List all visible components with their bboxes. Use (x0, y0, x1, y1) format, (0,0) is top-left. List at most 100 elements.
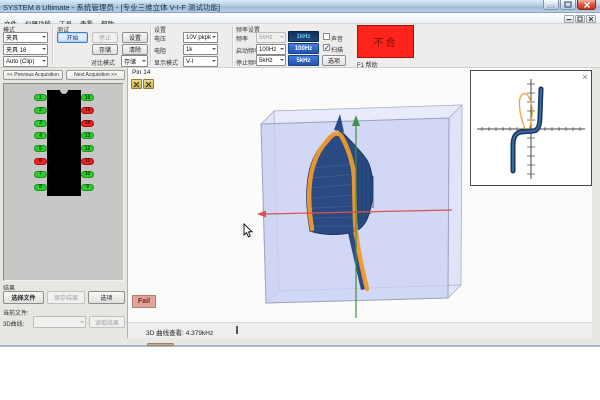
previous-acquisition-button[interactable]: << Previous Acquisition (3, 70, 63, 80)
save-results-label: 保存结果 (54, 293, 78, 302)
chevron-down-icon (80, 321, 84, 323)
start-button-label: 开始 (66, 33, 78, 42)
minimize-button[interactable] (543, 0, 559, 10)
chevron-down-icon (42, 48, 46, 50)
results-options-button[interactable]: 选项 (88, 291, 125, 304)
chip-notch (60, 90, 68, 94)
curve-viewer-bar: 3D 曲线查看: 4.379kHz (128, 322, 592, 338)
current-frequency-value: 1kHz (296, 34, 310, 40)
chip-pin-10[interactable]: 10 (81, 171, 94, 178)
sound-checkbox[interactable] (323, 33, 330, 40)
stop-frequency-select[interactable]: 5kHz (256, 55, 286, 66)
current-file-label: 当前文件: (3, 308, 29, 317)
resistance-select[interactable]: 1k (183, 44, 218, 55)
choose-file-button[interactable]: 选择文件 (3, 291, 44, 304)
app-window: SYSTEM 8 Ultimate - 系统管理员 - [专业三维立体 V-I-… (0, 0, 600, 347)
next-acquisition-button[interactable]: Next Acquisition >> (66, 70, 125, 80)
frequency-slider-thumb[interactable] (236, 326, 238, 334)
fixture-pins-select-value: 夹具 16 (6, 45, 26, 54)
toolbar-separator (232, 26, 233, 65)
frequency-select: 5kHz (256, 32, 286, 43)
vi-curve-plot (471, 71, 591, 185)
toolbar: 模式 夹具 夹具 16 Auto (Clip) 测试 开始 停止 设置 存储 清… (0, 24, 600, 68)
chip-pin-map[interactable]: 12345678 161514131211109 (3, 83, 124, 281)
chip-pin-13[interactable]: 13 (81, 132, 94, 139)
chip-pin-9[interactable]: 9 (81, 184, 94, 191)
stop-button: 停止 (92, 32, 118, 43)
sweep-checkbox-label: 扫描 (331, 45, 343, 54)
display-mode-select-value: V-I (186, 59, 193, 65)
clear-button-label: 清除 (129, 45, 141, 54)
choose-file-label: 选择文件 (11, 293, 35, 302)
chip-pin-1[interactable]: 1 (34, 94, 47, 101)
inset-grip-icon (583, 75, 587, 79)
inset-orange-curve (519, 94, 532, 131)
chip-pins-right[interactable]: 16 15 14 13 12 11 10 9 (81, 94, 94, 191)
mdi-minimize-button[interactable] (564, 15, 574, 23)
close-button[interactable] (577, 0, 596, 10)
chip-pin-15[interactable]: 15 (81, 107, 94, 114)
start-button[interactable]: 开始 (57, 32, 88, 43)
stop-frequency-badge: 5kHz (288, 55, 319, 66)
options-button[interactable]: 选项 (322, 55, 346, 66)
chip-pin-2[interactable]: 2 (34, 107, 47, 114)
fixture-pins-select[interactable]: 夹具 16 (3, 44, 48, 55)
options-button-label: 选项 (328, 56, 340, 65)
sound-checkbox-label: 声音 (331, 34, 343, 43)
chevron-down-icon (42, 36, 46, 38)
sweep-checkbox[interactable] (323, 44, 330, 51)
display-mode-select[interactable]: V-I (183, 56, 218, 67)
read-results-label: 读取结果 (95, 318, 119, 327)
chip-pin-11[interactable]: 11 (81, 158, 94, 165)
mdi-close-button[interactable] (586, 15, 596, 23)
store-button[interactable]: 存储 (92, 44, 118, 55)
store-button-label: 存储 (99, 45, 111, 54)
frequency-label: 频率 (236, 34, 248, 43)
chevron-down-icon (212, 60, 216, 62)
chip-pins-left[interactable]: 1 2 3 4 5 6 7 8 (34, 94, 47, 191)
start-frequency-badge: 100Hz (288, 43, 319, 54)
mdi-restore-button[interactable] (575, 15, 585, 23)
previous-acquisition-label: << Previous Acquisition (7, 72, 59, 78)
vi-curve-inset[interactable] (470, 70, 592, 186)
chevron-down-icon (280, 48, 284, 50)
display-mode-label: 显示模式 (154, 58, 178, 67)
settings-button[interactable]: 设置 (122, 32, 148, 43)
chip-pin-3[interactable]: 3 (34, 120, 47, 127)
results-options-label: 选项 (100, 293, 112, 302)
clip-mode-select-value: Auto (Clip) (6, 59, 34, 65)
signal-group-label: 设置 (154, 25, 166, 34)
voltage-select-value: 10V pkpk (186, 35, 211, 41)
window-title: SYSTEM 8 Ultimate - 系统管理员 - [专业三维立体 V-I-… (3, 2, 220, 13)
pin-fail-badge: Fail (132, 295, 156, 308)
stop-frequency-select-value: 5kHz (259, 58, 273, 64)
mdi-restore-icon (577, 16, 583, 22)
chevron-down-icon (212, 48, 216, 50)
compare-mode-select[interactable]: 存储 (121, 55, 148, 67)
voltage-select[interactable]: 10V pkpk (183, 32, 218, 43)
chip-pin-12[interactable]: 12 (81, 145, 94, 152)
start-frequency-select[interactable]: 100Hz (256, 44, 286, 55)
viewer-frequency-value: 4.379kHz (186, 330, 213, 337)
stop-frequency-value: 5kHz (296, 58, 310, 64)
save-results-button: 保存结果 (47, 291, 85, 304)
fixture-select[interactable]: 夹具 (3, 32, 48, 43)
chip-pin-14[interactable]: 14 (81, 120, 94, 127)
chevron-down-icon (280, 36, 284, 38)
chip-pin-5[interactable]: 5 (34, 145, 47, 152)
resize-grip[interactable] (147, 343, 174, 346)
clear-button[interactable]: 清除 (122, 44, 148, 55)
test-result-indicator: 不合 (357, 25, 414, 58)
chip-pin-6[interactable]: 6 (34, 158, 47, 165)
chip-pin-4[interactable]: 4 (34, 132, 47, 139)
chevron-down-icon (42, 60, 46, 62)
chevron-down-icon (212, 36, 216, 38)
maximize-button[interactable] (560, 0, 576, 10)
chip-pin-8[interactable]: 8 (34, 184, 47, 191)
curve-3d-label: 3D曲线: (3, 319, 24, 328)
chip-pin-7[interactable]: 7 (34, 171, 47, 178)
chip-pin-16[interactable]: 16 (81, 94, 94, 101)
clip-mode-select[interactable]: Auto (Clip) (3, 56, 48, 67)
title-bar[interactable]: SYSTEM 8 Ultimate - 系统管理员 - [专业三维立体 V-I-… (0, 0, 600, 13)
frequency-select-value: 5kHz (259, 35, 273, 41)
